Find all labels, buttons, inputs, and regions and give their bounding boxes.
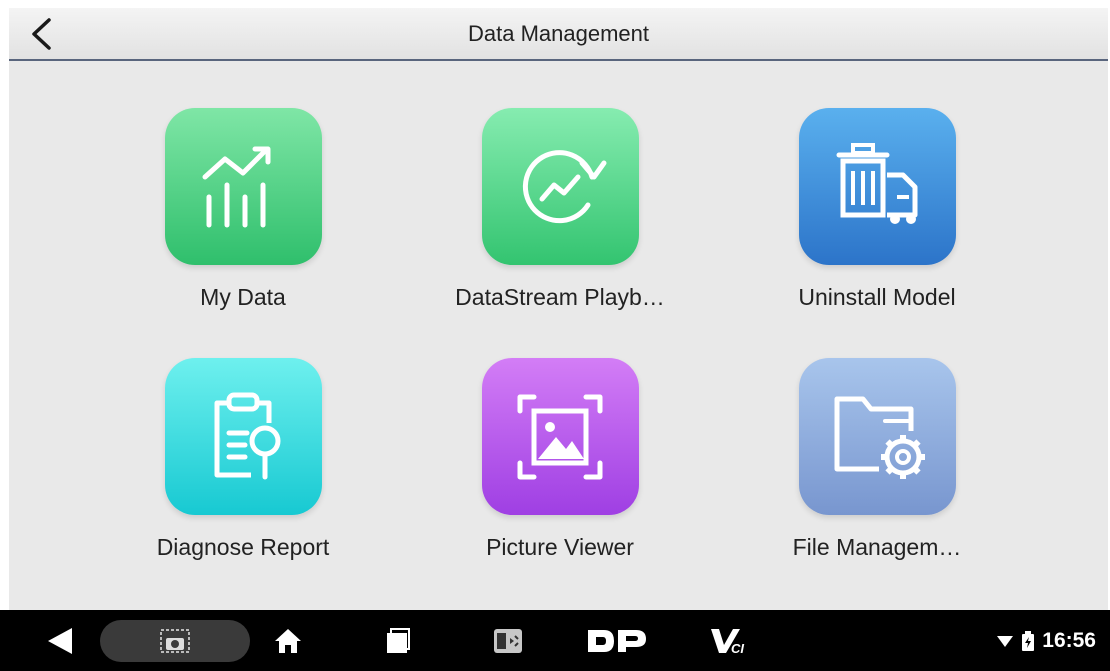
dp-logo bbox=[588, 629, 646, 652]
file-management-tile[interactable]: File Managem… bbox=[767, 358, 987, 578]
uninstall-icon-box bbox=[798, 108, 956, 265]
my-data-icon-box bbox=[164, 108, 322, 265]
screenshot-icon bbox=[160, 629, 190, 653]
uninstall-label: Uninstall Model bbox=[798, 284, 956, 310]
nav-back-button[interactable] bbox=[40, 610, 80, 671]
bottom-nav-bar: CI 16:56 bbox=[0, 610, 1110, 671]
recents-icon bbox=[387, 627, 410, 653]
screenshot-button[interactable] bbox=[100, 620, 250, 662]
nav-recents-button[interactable] bbox=[378, 610, 418, 671]
chart-trend-icon bbox=[202, 146, 271, 227]
nav-multi-screen-button[interactable] bbox=[488, 610, 528, 671]
my-data-label: My Data bbox=[200, 284, 286, 310]
wifi-icon bbox=[997, 635, 1014, 647]
image-icon bbox=[517, 394, 603, 479]
multi-screen-icon bbox=[494, 628, 522, 653]
folder-gear-icon bbox=[834, 396, 925, 479]
app-grid: My Data DataStream Playb… Uninstall Mode… bbox=[9, 61, 1108, 618]
refresh-trend-icon bbox=[522, 149, 607, 223]
nav-dp-button[interactable] bbox=[580, 610, 652, 671]
diagnose-label: Diagnose Report bbox=[156, 534, 330, 560]
datastream-playback-tile[interactable]: DataStream Playb… bbox=[450, 108, 670, 328]
nav-home-button[interactable] bbox=[268, 610, 308, 671]
clock: 16:56 bbox=[1042, 628, 1096, 652]
title-bar: Data Management bbox=[9, 8, 1108, 61]
back-icon bbox=[48, 627, 72, 654]
app-window: Data Management My Data DataStream Playb… bbox=[9, 8, 1108, 671]
clipboard-search-icon bbox=[214, 392, 281, 479]
nav-vci-button[interactable]: CI bbox=[706, 610, 756, 671]
battery-icon bbox=[1022, 630, 1035, 651]
vci-logo: CI bbox=[711, 628, 744, 656]
my-data-tile[interactable]: My Data bbox=[133, 108, 353, 328]
datastream-label: DataStream Playb… bbox=[455, 284, 665, 310]
home-icon bbox=[275, 628, 301, 653]
back-button[interactable] bbox=[21, 15, 61, 53]
trash-car-icon bbox=[836, 142, 918, 224]
picture-viewer-tile[interactable]: Picture Viewer bbox=[450, 358, 670, 578]
file-management-label: File Managem… bbox=[792, 534, 962, 560]
status-area: 16:56 bbox=[996, 610, 1096, 671]
svg-text:CI: CI bbox=[731, 641, 744, 656]
datastream-icon-box bbox=[481, 108, 639, 265]
chevron-left-icon bbox=[32, 18, 51, 50]
picture-viewer-label: Picture Viewer bbox=[486, 534, 634, 560]
diagnose-icon-box bbox=[164, 358, 322, 515]
file-management-icon-box bbox=[798, 358, 956, 515]
uninstall-model-tile[interactable]: Uninstall Model bbox=[767, 108, 987, 328]
page-title: Data Management bbox=[468, 21, 649, 46]
diagnose-report-tile[interactable]: Diagnose Report bbox=[133, 358, 353, 578]
picture-viewer-icon-box bbox=[481, 358, 639, 515]
